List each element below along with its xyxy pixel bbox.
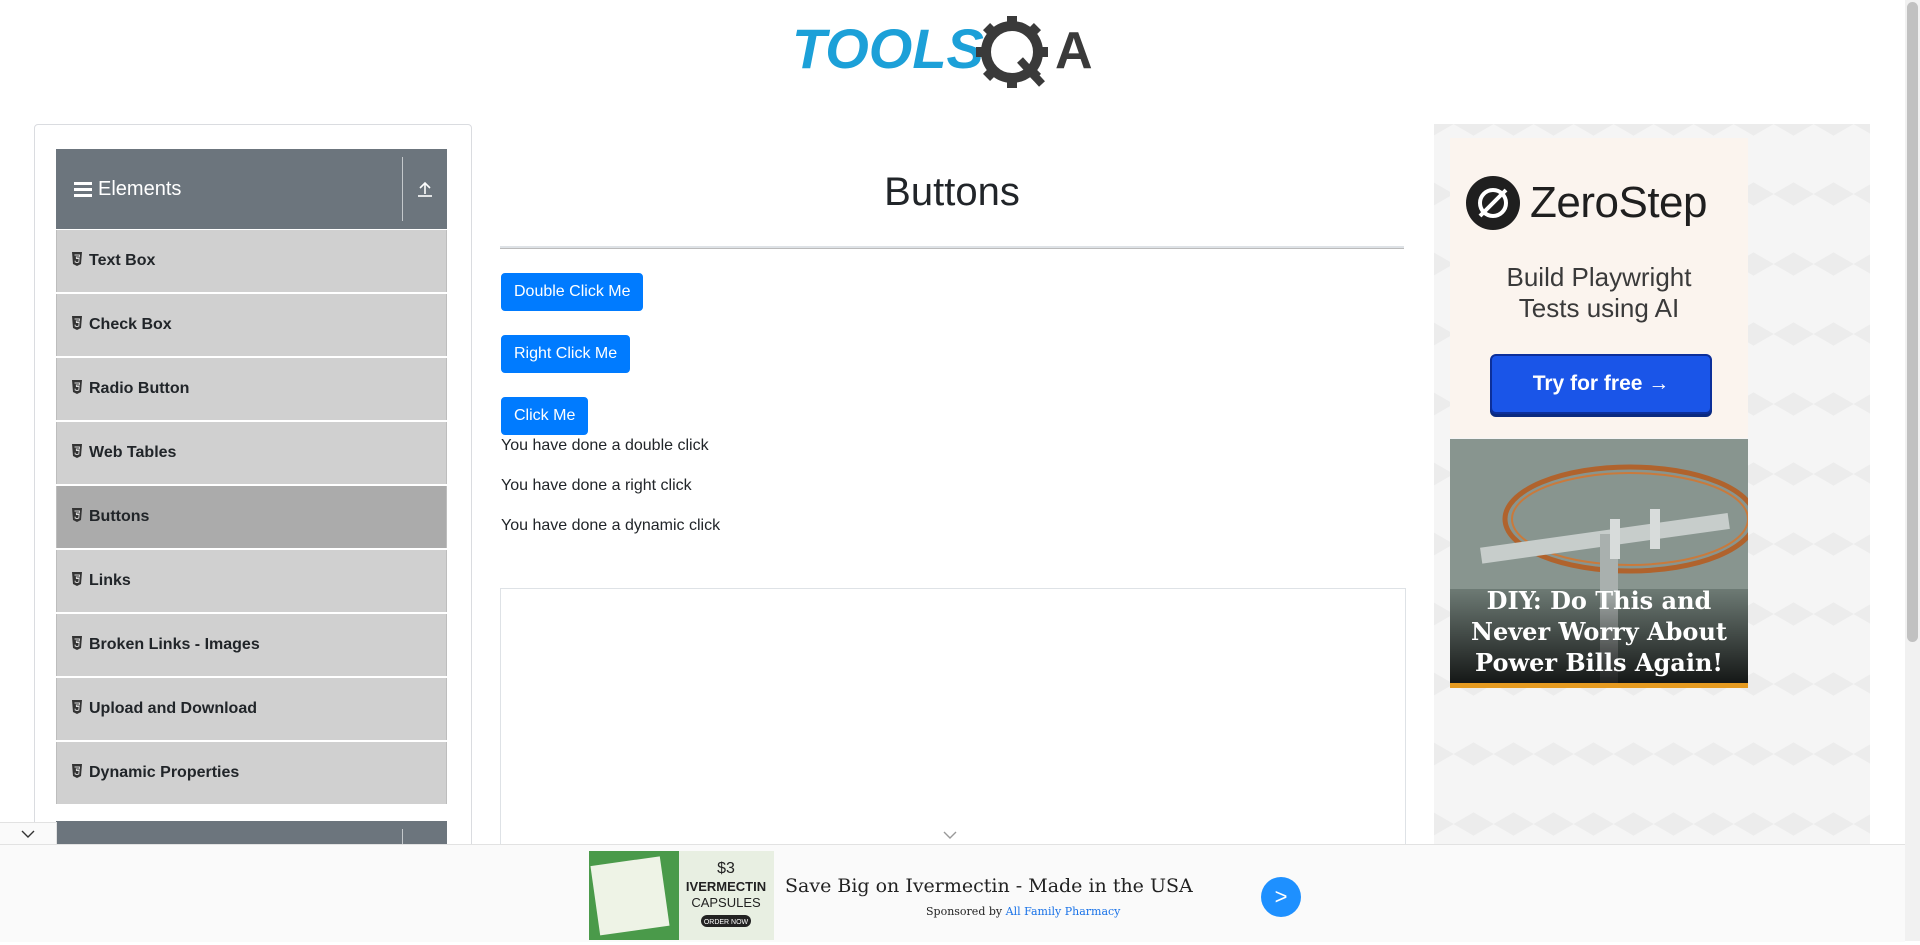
- sidebar-item-buttons[interactable]: Buttons: [56, 486, 447, 548]
- html5-icon: [71, 379, 83, 399]
- html5-icon: [71, 443, 83, 463]
- bottom-ad-sponsor: Sponsored by All Family Pharmacy: [926, 905, 1120, 918]
- sidebar-item-dynamic-properties[interactable]: Dynamic Properties: [56, 742, 447, 804]
- diy-ad[interactable]: DIY: Do This and Never Worry About Power…: [1450, 439, 1748, 688]
- sidebar-item-check-box[interactable]: Check Box: [56, 294, 447, 356]
- sidebar-group-title: Elements: [98, 177, 182, 200]
- sidebar-item-label: Upload and Download: [89, 700, 257, 717]
- ad-price-text: $3: [717, 860, 735, 877]
- html5-icon: [71, 251, 83, 271]
- page-scrollbar[interactable]: [1905, 0, 1920, 941]
- logo-text-tools: TOOLS: [792, 17, 984, 80]
- diy-accent-bar: [1450, 683, 1748, 688]
- tagline-line-2: Tests using AI: [1518, 293, 1680, 323]
- logo-text-a: A: [1055, 22, 1093, 80]
- ivermectin-ad-image: $3 IVERMECTIN CAPSULES ORDER NOW: [589, 851, 774, 940]
- chevron-down-icon[interactable]: [942, 830, 958, 840]
- html5-icon: [71, 315, 83, 335]
- chevron-down-icon: [21, 830, 35, 838]
- collapse-group-button[interactable]: [403, 149, 447, 229]
- zerostep-tagline: Build Playwright Tests using AI: [1450, 262, 1748, 324]
- sidebar-item-label: Radio Button: [89, 380, 190, 397]
- sidebar-menu-list: Text Box Check Box Radio Button Web Tabl…: [56, 230, 447, 806]
- html5-icon: [71, 699, 83, 719]
- upload-arrow-icon: [418, 181, 432, 197]
- ad-form-text: CAPSULES: [691, 895, 761, 910]
- dynamic-click-message: You have done a dynamic click: [501, 517, 721, 534]
- toolsqa-logo[interactable]: TOOLS A: [790, 14, 1115, 92]
- sidebar-item-web-tables[interactable]: Web Tables: [56, 422, 447, 484]
- ivermectin-box-graphic: $3 IVERMECTIN CAPSULES ORDER NOW: [589, 851, 774, 940]
- sidebar-item-label: Buttons: [89, 508, 150, 525]
- html5-icon: [71, 507, 83, 527]
- sidebar-item-text-box[interactable]: Text Box: [56, 230, 447, 292]
- sidebar-item-label: Dynamic Properties: [89, 764, 240, 781]
- sidebar-item-label: Broken Links - Images: [89, 636, 260, 653]
- bottom-ad-bar[interactable]: $3 IVERMECTIN CAPSULES ORDER NOW Save Bi…: [0, 844, 1905, 942]
- sidebar-item-label: Links: [89, 572, 131, 589]
- scrollbar-thumb[interactable]: [1907, 2, 1918, 642]
- sidebar-item-label: Text Box: [89, 252, 156, 269]
- diy-headline: DIY: Do This and Never Worry About Power…: [1471, 586, 1727, 677]
- click-me-button[interactable]: Click Me: [501, 397, 589, 435]
- html5-icon: [71, 635, 83, 655]
- bottom-ad-go-button[interactable]: >: [1261, 877, 1301, 917]
- zerostep-logo: ZeroStep: [1466, 176, 1707, 230]
- gear-icon: [976, 16, 1048, 88]
- sidebar-item-broken-links[interactable]: Broken Links - Images: [56, 614, 447, 676]
- html5-icon: [71, 571, 83, 591]
- zerostep-brand: ZeroStep: [1530, 178, 1707, 227]
- sponsored-prefix: Sponsored by: [926, 905, 1003, 918]
- sidebar-item-links[interactable]: Links: [56, 550, 447, 612]
- sidebar-item-label: Check Box: [89, 316, 172, 333]
- ad-order-text: ORDER NOW: [704, 919, 749, 926]
- double-click-button[interactable]: Double Click Me: [501, 273, 644, 311]
- double-click-message: You have done a double click: [501, 437, 709, 454]
- collapse-ad-tab[interactable]: [0, 822, 57, 845]
- sidebar-group-elements[interactable]: Elements: [56, 149, 447, 229]
- sidebar-item-radio-button[interactable]: Radio Button: [56, 358, 447, 420]
- tagline-line-1: Build Playwright: [1506, 262, 1692, 292]
- menu-icon: [74, 182, 92, 197]
- sidebar-item-upload-download[interactable]: Upload and Download: [56, 678, 447, 740]
- right-click-message: You have done a right click: [501, 477, 692, 494]
- sponsor-link[interactable]: All Family Pharmacy: [1006, 905, 1121, 918]
- zerostep-ad[interactable]: ZeroStep Build Playwright Tests using AI…: [1450, 138, 1748, 438]
- try-for-free-button[interactable]: Try for free →: [1490, 354, 1712, 414]
- title-divider: [500, 246, 1404, 249]
- bottom-ad-title[interactable]: Save Big on Ivermectin - Made in the USA: [785, 875, 1193, 897]
- sidebar-item-label: Web Tables: [89, 444, 177, 461]
- ad-product-text: IVERMECTIN: [686, 879, 766, 894]
- right-click-button[interactable]: Right Click Me: [501, 335, 631, 373]
- page-title: Buttons: [884, 170, 1020, 214]
- html5-icon: [71, 763, 83, 783]
- zerostep-logo-icon: [1466, 176, 1520, 230]
